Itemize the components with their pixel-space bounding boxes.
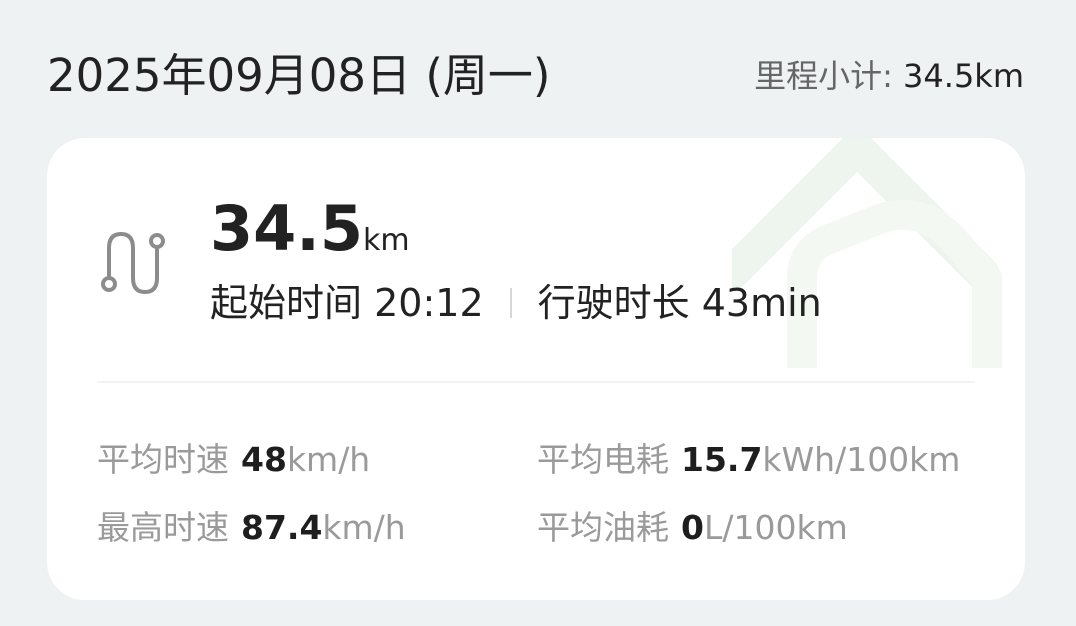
stat-max-speed: 最高时速 87.4km/h [97, 506, 406, 550]
stat-avg-energy: 平均电耗 15.7kWh/100km [537, 438, 960, 482]
stat-max-speed-value: 87.4 [241, 508, 323, 547]
mileage-subtotal: 里程小计: 34.5km [754, 56, 1024, 96]
mileage-subtotal-label: 里程小计: [754, 57, 893, 95]
stat-avg-fuel-label: 平均油耗 [537, 508, 669, 547]
trip-distance: 34.5km [210, 193, 410, 265]
stat-avg-fuel: 平均油耗 0L/100km [537, 506, 848, 550]
start-time-value: 20:12 [374, 281, 484, 325]
trip-date: 2025年09月08日 (周一) [47, 49, 551, 102]
stat-avg-energy-label: 平均电耗 [537, 440, 669, 479]
start-time-label: 起始时间 [210, 281, 363, 325]
stat-max-speed-label: 最高时速 [97, 508, 229, 547]
stat-avg-fuel-value: 0 [681, 508, 704, 547]
trip-distance-unit: km [362, 223, 410, 258]
trip-info-line: 起始时间 20:12 行驶时长 43min [210, 278, 822, 328]
house-watermark-icon [732, 138, 1002, 368]
duration-value: 43min [701, 281, 822, 325]
stat-avg-speed-unit: km/h [286, 440, 371, 479]
trip-card[interactable]: 34.5km 起始时间 20:12 行驶时长 43min 平均时速 48km/h 最… [47, 138, 1025, 600]
trip-distance-value: 34.5 [210, 192, 363, 265]
info-separator [509, 287, 512, 318]
stat-max-speed-unit: km/h [322, 508, 406, 547]
card-divider [97, 381, 975, 383]
route-icon [101, 231, 165, 295]
stat-avg-speed: 平均时速 48km/h [97, 438, 370, 482]
mileage-subtotal-value: 34.5km [903, 57, 1024, 95]
duration-label: 行驶时长 [537, 281, 690, 325]
stat-avg-energy-value: 15.7 [681, 440, 763, 479]
stat-avg-fuel-unit: L/100km [703, 508, 848, 547]
stat-avg-speed-value: 48 [241, 440, 287, 479]
stat-avg-speed-label: 平均时速 [97, 440, 229, 479]
stat-avg-energy-unit: kWh/100km [762, 440, 961, 479]
